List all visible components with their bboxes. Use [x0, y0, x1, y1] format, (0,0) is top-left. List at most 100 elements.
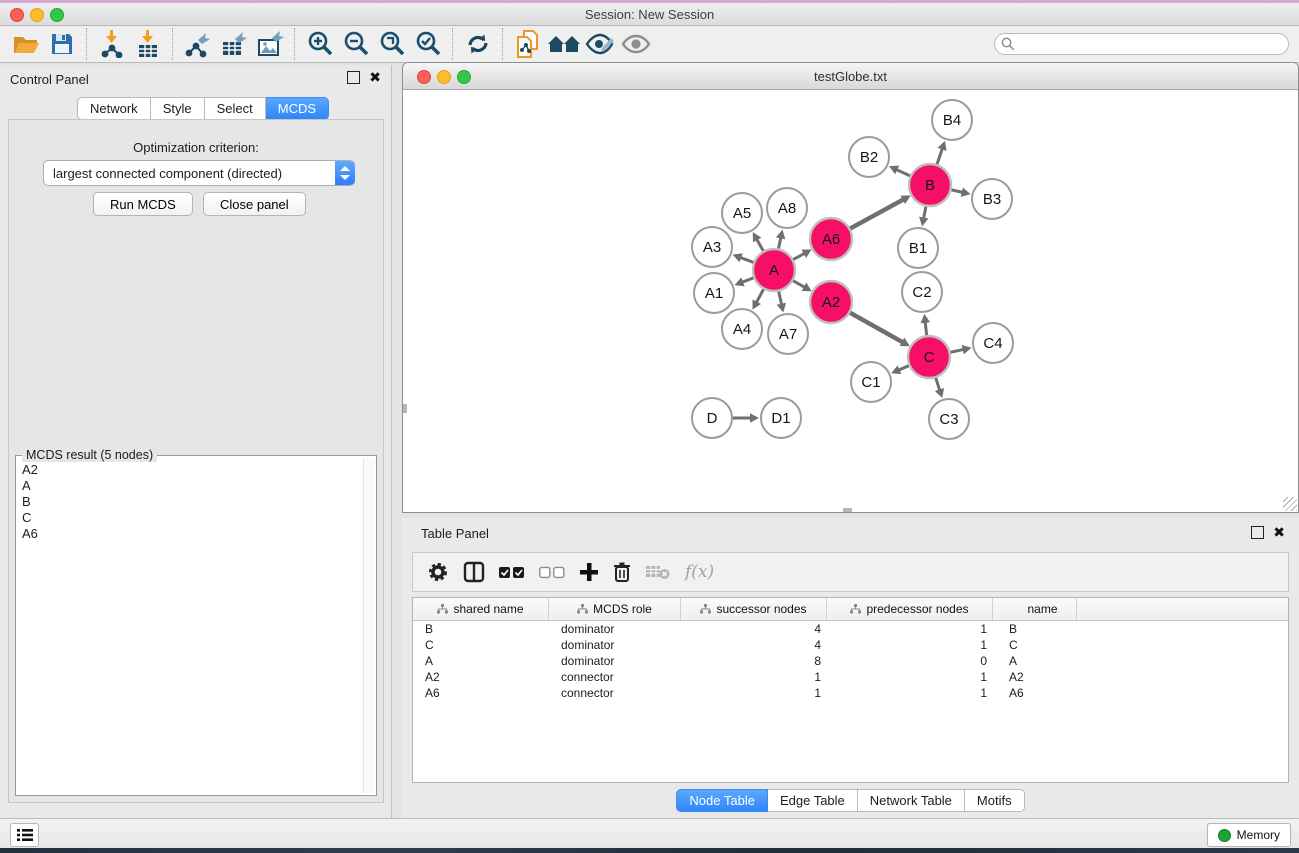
tab-network[interactable]: Network — [77, 97, 151, 120]
resize-grip-icon[interactable] — [1283, 497, 1297, 511]
table-cell[interactable]: 1 — [827, 621, 993, 637]
graph-node-A6[interactable]: A6 — [810, 218, 852, 260]
table-row[interactable]: Bdominator41B — [413, 621, 1288, 637]
table-cell[interactable]: A6 — [413, 685, 549, 701]
network-graph-canvas[interactable]: B4B2BB3A8A5A6B1A3AA1C2A2A4A7C4CC1C3DD1 — [404, 90, 1298, 512]
graph-node-B[interactable]: B — [909, 164, 951, 206]
import-network-button[interactable] — [94, 28, 130, 60]
graph-node-D[interactable]: D — [692, 398, 732, 438]
task-history-button[interactable] — [10, 823, 39, 847]
annotation-toggle-button[interactable] — [582, 28, 618, 60]
graph-node-A[interactable]: A — [753, 249, 795, 291]
tab-node-table[interactable]: Node Table — [676, 789, 768, 812]
graph-node-C[interactable]: C — [908, 336, 950, 378]
zoom-out-button[interactable] — [338, 28, 374, 60]
table-cell[interactable]: C — [993, 637, 1077, 653]
close-panel-icon[interactable]: ✖ — [369, 72, 381, 83]
graph-node-D1[interactable]: D1 — [761, 398, 801, 438]
table-cell[interactable]: dominator — [549, 621, 681, 637]
import-table-button[interactable] — [130, 28, 166, 60]
graph-edge[interactable] — [895, 169, 911, 176]
column-header-predecessor-nodes[interactable]: predecessor nodes — [827, 598, 993, 620]
graph-node-C1[interactable]: C1 — [851, 362, 891, 402]
graph-edge[interactable] — [937, 147, 943, 165]
close-table-panel-icon[interactable]: ✖ — [1273, 527, 1285, 538]
table-row[interactable]: Adominator80A — [413, 653, 1288, 669]
graph-node-A4[interactable]: A4 — [722, 309, 762, 349]
graph-edge[interactable] — [923, 206, 926, 220]
delete-column-button[interactable] — [613, 561, 631, 583]
graph-edge[interactable] — [741, 278, 754, 283]
graph-edge[interactable] — [756, 238, 764, 251]
graph-node-A2[interactable]: A2 — [810, 281, 852, 323]
graph-edge[interactable] — [849, 199, 904, 229]
table-cell[interactable]: 1 — [681, 685, 827, 701]
tab-network-table[interactable]: Network Table — [858, 789, 965, 812]
table-cell[interactable]: 1 — [827, 669, 993, 685]
add-column-button[interactable] — [579, 562, 599, 582]
clone-network-button[interactable] — [510, 28, 546, 60]
float-table-panel-icon[interactable] — [1251, 526, 1264, 539]
memory-button[interactable]: Memory — [1207, 823, 1291, 847]
float-panel-icon[interactable] — [347, 71, 360, 84]
table-cell[interactable]: A6 — [993, 685, 1077, 701]
graph-edge[interactable] — [778, 236, 781, 249]
deselect-all-button[interactable] — [539, 566, 565, 579]
refresh-button[interactable] — [460, 28, 496, 60]
table-cell[interactable]: A2 — [993, 669, 1077, 685]
mcds-result-item[interactable]: B — [22, 494, 363, 510]
search-input[interactable] — [994, 33, 1289, 55]
table-cell[interactable]: connector — [549, 685, 681, 701]
table-settings-button[interactable] — [427, 561, 449, 583]
graph-node-A3[interactable]: A3 — [692, 227, 732, 267]
graph-edge[interactable] — [739, 257, 754, 263]
tab-style[interactable]: Style — [151, 97, 205, 120]
criterion-dropdown[interactable]: largest connected component (directed) — [43, 160, 355, 186]
graph-edge[interactable] — [950, 349, 965, 352]
graph-edge[interactable] — [792, 253, 805, 260]
table-cell[interactable]: B — [413, 621, 549, 637]
column-header-successor-nodes[interactable]: successor nodes — [681, 598, 827, 620]
graph-node-C2[interactable]: C2 — [902, 272, 942, 312]
table-cell[interactable]: 4 — [681, 637, 827, 653]
export-table-button[interactable] — [216, 28, 252, 60]
zoom-fit-button[interactable] — [374, 28, 410, 60]
graph-node-B3[interactable]: B3 — [972, 179, 1012, 219]
run-mcds-button[interactable]: Run MCDS — [93, 192, 193, 216]
mcds-result-item[interactable]: C — [22, 510, 363, 526]
graph-edge[interactable] — [792, 280, 805, 288]
home-views-button[interactable] — [546, 28, 582, 60]
column-header-shared-name[interactable]: shared name — [413, 598, 549, 620]
column-header-mcds-role[interactable]: MCDS role — [549, 598, 681, 620]
export-network-button[interactable] — [180, 28, 216, 60]
vertical-scroll-tick[interactable] — [403, 404, 407, 413]
table-cell[interactable]: 1 — [827, 637, 993, 653]
graph-node-B1[interactable]: B1 — [898, 228, 938, 268]
result-scrollbar[interactable] — [363, 458, 375, 793]
table-cell[interactable]: 1 — [827, 685, 993, 701]
graph-node-A7[interactable]: A7 — [768, 314, 808, 354]
select-all-button[interactable] — [499, 566, 525, 579]
table-cell[interactable]: A — [413, 653, 549, 669]
column-chooser-button[interactable] — [463, 561, 485, 583]
open-session-button[interactable] — [8, 28, 44, 60]
graph-node-B2[interactable]: B2 — [849, 137, 889, 177]
graph-node-C3[interactable]: C3 — [929, 399, 969, 439]
close-panel-button[interactable]: Close panel — [203, 192, 306, 216]
graph-edge[interactable] — [756, 288, 764, 303]
table-row[interactable]: A2connector11A2 — [413, 669, 1288, 685]
graph-edge[interactable] — [950, 190, 963, 193]
graph-edge[interactable] — [849, 312, 903, 343]
horizontal-scroll-tick[interactable] — [843, 508, 852, 512]
table-cell[interactable]: dominator — [549, 653, 681, 669]
zoom-in-button[interactable] — [302, 28, 338, 60]
table-cell[interactable]: connector — [549, 669, 681, 685]
table-row[interactable]: Cdominator41C — [413, 637, 1288, 653]
mcds-result-item[interactable]: A2 — [22, 462, 363, 478]
graph-node-A1[interactable]: A1 — [694, 273, 734, 313]
table-cell[interactable]: B — [993, 621, 1077, 637]
zoom-selected-button[interactable] — [410, 28, 446, 60]
table-row[interactable]: A6connector11A6 — [413, 685, 1288, 701]
table-cell[interactable]: 1 — [681, 669, 827, 685]
mcds-result-list[interactable]: A2ABCA6 — [16, 462, 363, 795]
